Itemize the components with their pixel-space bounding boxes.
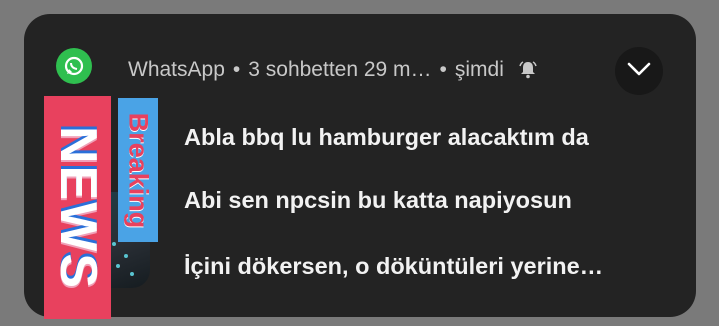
- bell-icon: [518, 60, 538, 80]
- whatsapp-icon: [56, 48, 92, 84]
- chevron-down-icon: [627, 62, 651, 81]
- notification-time: şimdi: [454, 58, 504, 81]
- breaking-sticker-text: Breaking: [123, 112, 154, 228]
- notification-header: WhatsApp • 3 sohbetten 29 m… • şimdi: [128, 56, 538, 84]
- message-line: Abla bbq lu hamburger alacaktım da: [184, 124, 589, 150]
- header-separator-2: •: [439, 58, 447, 81]
- expand-button[interactable]: [615, 47, 663, 95]
- notification-card[interactable]: WhatsApp • 3 sohbetten 29 m… • şimdi NEW…: [24, 14, 696, 319]
- message-line: İçini dökersen, o döküntüleri yerine…: [184, 253, 604, 279]
- message-line: Abi sen npcsin bu katta napiyosun: [184, 187, 572, 213]
- news-sticker: NEWS: [44, 96, 111, 319]
- conversation-summary: 3 sohbetten 29 m…: [248, 58, 432, 81]
- header-separator: •: [232, 58, 241, 81]
- app-name: WhatsApp: [128, 58, 225, 81]
- news-sticker-text: NEWS: [48, 125, 107, 290]
- breaking-sticker: Breaking: [118, 98, 158, 242]
